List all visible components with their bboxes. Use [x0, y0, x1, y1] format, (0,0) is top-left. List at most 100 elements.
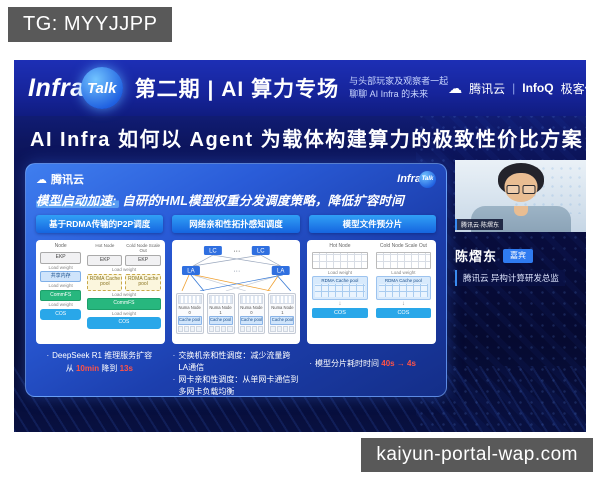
cache-pool-box: Cache pool: [177, 316, 202, 325]
rack-slots: [208, 295, 233, 304]
slide-heading-rest: 自研的HML模型权重分发调度策略，降低扩容时间: [118, 194, 404, 208]
header-tagline: 与头部玩家及观察者一起 聊聊 AI Infra 的未来: [349, 75, 448, 100]
arrow-down-icon: ↓: [338, 301, 342, 308]
stream-header: Infra Talk 第二期 | AI 算力专场 与头部玩家及观察者一起 聊聊 …: [14, 60, 586, 116]
tab-model-presharding: 模型文件预分片: [308, 215, 436, 233]
talk-title: AI Infra 如何以 Agent 为载体构建算力的极致性价比方案: [30, 129, 584, 151]
bullet-affinity: · 交换机亲和性调度：减少流量跨LA通信 · 网卡亲和性调度：从单网卡通信到多网…: [173, 350, 300, 398]
ellipsis-label: ···: [233, 268, 240, 275]
numa-node-label: Numa Node 1: [209, 305, 232, 316]
speaker-neck: [513, 206, 528, 216]
highlight-before-value: 10min: [75, 364, 100, 373]
rdma-cache-box: RDMA Cache pool: [125, 273, 161, 291]
bullet-switch-affinity: 交换机亲和性调度：减少流量跨LA通信: [178, 351, 291, 372]
speaker-webcam[interactable]: 腾讯云·陈熠东: [455, 160, 586, 232]
tagline-line2: 聊聊 AI Infra 的未来: [349, 89, 429, 99]
cloud-icon: ☁: [36, 173, 47, 186]
slide-logo-infra: Infra: [397, 173, 421, 185]
cos-box: COS: [87, 317, 161, 329]
cold-node-label: Cold Node Scale Out: [126, 243, 160, 253]
bullet-dot: ·: [172, 351, 176, 360]
cold-node-label: Cold Node Scale Out: [379, 243, 427, 249]
slide-tab-row: 基于RDMA传输的P2P调度 网络亲和性拓扑感知调度 模型文件预分片: [36, 215, 436, 233]
rdma-cache-box: RDMA Cache pool: [87, 273, 123, 291]
slide-brand-label: 腾讯云: [51, 174, 84, 186]
speaker-glasses: [506, 185, 535, 194]
speaker-job-title: 腾讯云 异构计算研发总监: [455, 270, 565, 286]
webcam-caption: 腾讯云·陈熠东: [455, 219, 503, 230]
cache-pool-box: Cache pool: [208, 316, 233, 325]
bullet-text: 降到: [99, 364, 120, 373]
bullet-text: 模型分片耗时时间: [315, 359, 382, 368]
brand-logos: ☁ 腾讯云 | InfoQ 极客传媒: [448, 80, 586, 97]
ekp-box: EKP: [125, 254, 161, 267]
load-weight-label: Load weight: [48, 264, 73, 270]
slide-brand: ☁ 腾讯云: [36, 171, 84, 187]
hot-node-label: Hot Node: [95, 243, 115, 248]
node-label: Node: [54, 243, 67, 249]
speaker-name: 陈熠东: [455, 249, 498, 264]
gpu-row: [177, 325, 202, 332]
infoq-brand: InfoQ: [522, 81, 554, 95]
rdma-cache-label: RDMA Cache pool: [384, 278, 422, 284]
tagline-line1: 与头部玩家及观察者一起: [349, 76, 449, 87]
diagram-panel-rdma: Node EKP Load weight 共享内存 Load weight Co…: [36, 240, 165, 344]
shard-grid: [312, 252, 368, 269]
shared-memory-box: 共享内存: [40, 270, 82, 283]
ekp-box: EKP: [87, 254, 123, 267]
load-weight-label: Load weight: [111, 310, 137, 316]
la-switch-label: LA: [277, 268, 284, 274]
load-weight-label: Load weight: [48, 283, 73, 289]
bullet-deepseek-line1: DeepSeek R1 推理服务扩容: [52, 351, 153, 360]
cache-pool-box: Cache pool: [239, 316, 264, 325]
ekp-box: EKP: [40, 252, 82, 264]
ellipsis-label: ···: [233, 248, 240, 255]
cache-shard-grid: [315, 284, 365, 298]
load-weight-label: Load weight: [48, 302, 73, 308]
bullet-shard-time: 模型分片耗时时间 40s → 4s: [315, 358, 416, 370]
rack-slots: [270, 295, 295, 304]
server-rack: Numa Node 1 Cache pool: [268, 293, 297, 334]
video-frame[interactable]: Infra Talk 第二期 | AI 算力专场 与头部玩家及观察者一起 聊聊 …: [14, 60, 586, 432]
infratalk-logo-text: Infra: [28, 73, 85, 102]
cos-bar: COS: [312, 308, 368, 319]
la-switch-label: LA: [187, 268, 194, 274]
presentation-slide: ☁ 腾讯云 Infra Talk 模型启动加速: 自研的HML模型权重分发调度策…: [25, 163, 447, 397]
tab-rdma-p2p: 基于RDMA传输的P2P调度: [36, 215, 164, 233]
gpu-row: [208, 325, 233, 332]
highlight-after-value: 13s: [119, 364, 133, 373]
diagram-panel-topology: LC LC LA LA ··· ··· Numa Node 0 Cache po…: [171, 240, 301, 344]
tencent-cloud-brand: 腾讯云: [469, 81, 506, 96]
cloud-icon: ☁: [448, 80, 463, 96]
rdma-cache-area: RDMA Cache pool: [312, 276, 368, 301]
cache-shard-grid: [378, 284, 429, 298]
server-rack: Numa Node 0 Cache pool: [237, 293, 266, 334]
load-weight-label: Load weight: [111, 291, 137, 297]
bullet-dot: ·: [172, 375, 176, 384]
episode-title: 第二期 | AI 算力专场: [134, 78, 340, 101]
shard-grid: [375, 252, 432, 269]
tab-network-affinity: 网络亲和性拓扑感知调度: [172, 215, 300, 233]
rack-slots: [239, 295, 264, 304]
infratalk-logo: Infra Talk: [28, 67, 123, 109]
infratalk-logo-circle: Talk: [80, 67, 123, 109]
bullet-deepseek: · DeepSeek R1 推理服务扩容 从 10min 降到 13s: [36, 350, 163, 398]
hot-node-label: Hot Node: [329, 243, 351, 249]
slide-logo-talk: Talk: [419, 170, 436, 188]
diagram-panel-presharding: Hot Node Load weight RDMA Cache pool ↓ C…: [307, 240, 437, 344]
lc-switch-label: LC: [209, 249, 217, 255]
arrow-down-icon: ↓: [401, 301, 405, 308]
slide-infratalk-logo: Infra Talk: [397, 170, 436, 188]
bullet-nic-affinity: 网卡亲和性调度：从单网卡通信到多网卡负载均衡: [178, 375, 299, 396]
rdma-cache-label: RDMA Cache pool: [321, 278, 359, 284]
bullet-sharding: · 模型分片耗时时间 40s → 4s: [309, 350, 436, 398]
rdma-cache-area: RDMA Cache pool: [375, 276, 432, 301]
lc-switch-label: LC: [257, 249, 265, 255]
slide-heading: 模型启动加速: 自研的HML模型权重分发调度策略，降低扩容时间: [36, 190, 436, 209]
load-weight-label: Load weight: [327, 270, 353, 275]
load-weight-label: Load weight: [391, 270, 416, 275]
numa-node-label: Numa Node 0: [178, 305, 201, 316]
bullet-deepseek-line2: 从 10min 降到 13s: [36, 363, 163, 375]
telegram-tag-label: TG: MYYJJPP: [8, 7, 173, 42]
gpu-row: [239, 325, 264, 332]
